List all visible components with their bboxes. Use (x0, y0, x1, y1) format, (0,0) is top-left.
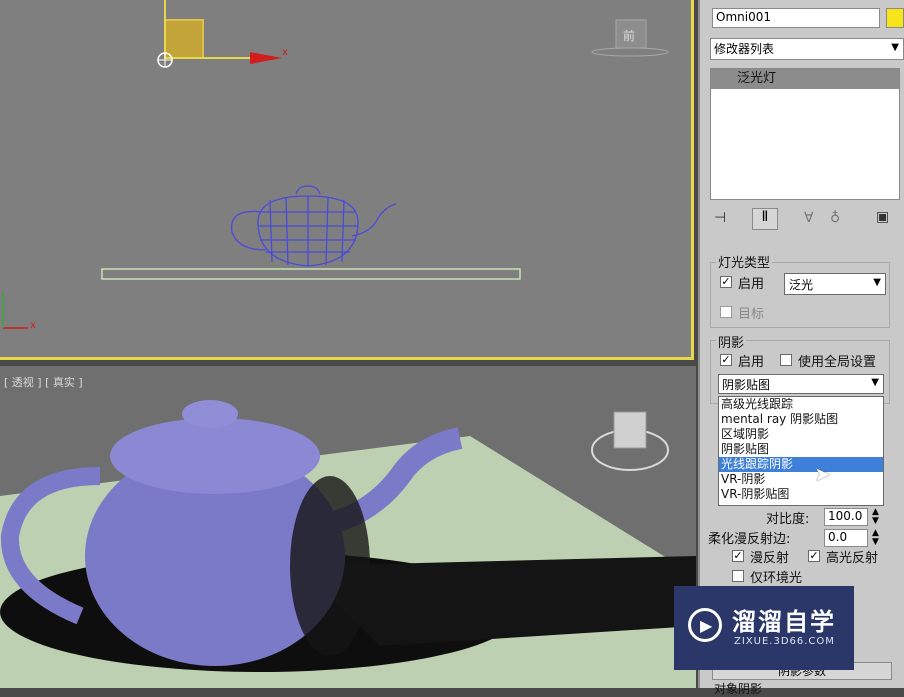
soften-label: 柔化漫反射边: (708, 532, 791, 547)
modifier-stack[interactable]: 泛光灯 (710, 68, 900, 200)
object-color-swatch[interactable] (886, 8, 904, 28)
pin-stack-icon[interactable]: ⊣ (714, 210, 726, 226)
light-enable-label: 启用 (738, 277, 765, 292)
teapot-wireframe (230, 185, 397, 267)
top-viewport[interactable]: x x 前 (0, 0, 694, 360)
specular-label: 高光反射 (826, 551, 879, 566)
shadow-type-list[interactable]: 高级光线跟踪 mental ray 阴影贴图 区域阴影 阴影贴图 光线跟踪阴影 … (718, 396, 884, 506)
perspective-viewport[interactable] (0, 366, 696, 688)
stack-item-omni[interactable]: 泛光灯 (711, 69, 899, 89)
command-panel: Omni001 修改器列表 ▼ 泛光灯 ⊣ Ⅱ ∀ ♁ ▣ 灯光类型 ✓ 启用 … (698, 0, 904, 696)
viewcube-ring-icon (591, 47, 669, 57)
shadow-option[interactable]: 阴影贴图 (719, 442, 883, 457)
light-type-dropdown[interactable]: 泛光 ▼ (784, 273, 886, 295)
viewcube-icon[interactable] (613, 411, 647, 449)
x-axis-label: x (282, 47, 288, 58)
play-logo-icon: ▶ (688, 608, 722, 642)
object-name-field[interactable]: Omni001 (712, 8, 880, 28)
watermark: ▶ 溜溜自学 ZIXUE.3D66.COM (674, 586, 854, 670)
light-enable-checkbox[interactable]: ✓ (720, 276, 732, 288)
light-type-title: 灯光类型 (716, 252, 773, 271)
make-unique-icon[interactable]: ∀ (804, 210, 814, 226)
shadows-title: 阴影 (716, 332, 747, 351)
shadow-option[interactable]: mental ray 阴影贴图 (719, 412, 883, 427)
shadow-enable-checkbox[interactable]: ✓ (720, 354, 732, 366)
shadow-enable-label: 启用 (738, 355, 765, 370)
remove-modifier-icon[interactable]: ♁ (830, 210, 840, 226)
show-end-result-icon[interactable]: Ⅱ (752, 208, 778, 230)
global-settings-checkbox[interactable] (780, 354, 792, 366)
shadow-option[interactable]: VR-阴影贴图 (719, 487, 883, 502)
ground-plane-outline (101, 268, 521, 280)
chevron-down-icon: ▼ (871, 377, 879, 388)
viewport-label[interactable]: [ 透视 ] [ 真实 ] (4, 374, 83, 390)
x-axis-arrow-icon[interactable] (250, 52, 282, 64)
shadow-type-dropdown[interactable]: 阴影贴图 ▼ (718, 374, 884, 394)
shadow-type-value: 阴影贴图 (722, 378, 771, 392)
light-type-group (710, 262, 890, 328)
soften-spinner-icon[interactable]: ▲ ▼ (872, 529, 879, 547)
configure-sets-icon[interactable]: ▣ (876, 209, 889, 225)
contrast-spinner-icon[interactable]: ▲ ▼ (872, 508, 879, 526)
soften-input[interactable]: 0.0 (824, 529, 868, 547)
transform-gizmo-plane[interactable] (164, 19, 204, 59)
mouse-cursor-icon: ➤ (814, 462, 831, 486)
watermark-url: ZIXUE.3D66.COM (734, 636, 835, 647)
viewcube-label: 前 (623, 28, 635, 43)
ambient-only-checkbox[interactable] (732, 570, 744, 582)
shadow-option[interactable]: 高级光线跟踪 (719, 397, 883, 412)
axis-tripod-x-label: x (30, 320, 36, 331)
shadow-option[interactable]: VR-阴影 (719, 472, 883, 487)
global-settings-label: 使用全局设置 (798, 355, 877, 370)
target-label: 目标 (738, 307, 765, 322)
shadow-option-selected[interactable]: 光线跟踪阴影 (719, 457, 883, 472)
diffuse-label: 漫反射 (750, 551, 790, 566)
teapot-knob (182, 400, 238, 428)
chevron-down-icon: ▼ (873, 277, 881, 288)
light-type-value: 泛光 (789, 278, 814, 292)
teapot-lid (110, 418, 320, 494)
target-checkbox[interactable] (720, 306, 732, 318)
stack-toolbar: ⊣ Ⅱ ∀ ♁ ▣ (712, 208, 902, 232)
modifier-list-label: 修改器列表 (714, 42, 775, 56)
chevron-down-icon: ▼ (891, 42, 899, 53)
ambient-only-label: 仅环境光 (750, 571, 803, 586)
contrast-label: 对比度: (766, 512, 810, 527)
watermark-title: 溜溜自学 (732, 608, 836, 636)
object-shadow-label: 对象阴影 (714, 682, 763, 696)
top-viewport-scene: x x 前 (2, 0, 669, 331)
shadow-option[interactable]: 区域阴影 (719, 427, 883, 442)
contrast-input[interactable]: 100.0 (824, 508, 868, 526)
perspective-scene (0, 400, 696, 688)
diffuse-checkbox[interactable]: ✓ (732, 550, 744, 562)
specular-checkbox[interactable]: ✓ (808, 550, 820, 562)
modifier-list-dropdown[interactable]: 修改器列表 ▼ (710, 38, 904, 60)
